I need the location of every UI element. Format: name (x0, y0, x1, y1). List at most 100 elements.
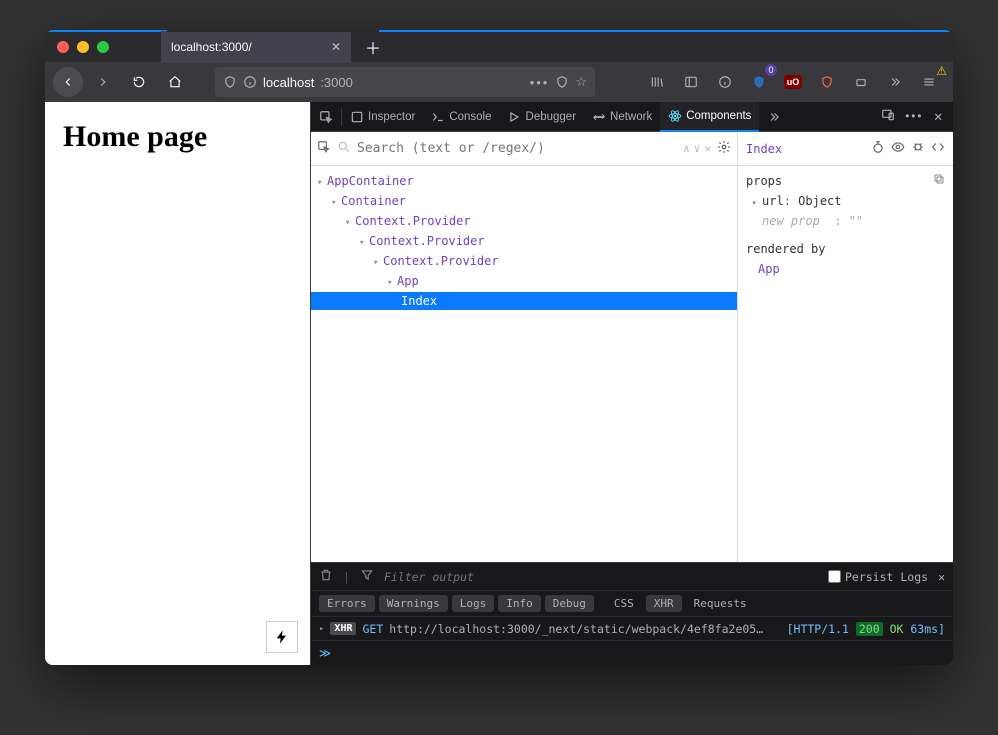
console-icon (431, 110, 445, 124)
devtools-tabs: Inspector Console Debugger Network Compo… (311, 102, 953, 132)
tree-node-appcontainer[interactable]: ▾AppContainer (311, 172, 737, 192)
eye-icon (891, 140, 905, 154)
close-devtools-button[interactable]: ✕ (929, 110, 947, 124)
tab-inspector[interactable]: Inspector (342, 102, 423, 132)
content-area: Home page Inspector Console (45, 102, 953, 665)
browser-window: localhost:3000/ ✕ ＋ localhost:3000 ••• ☆ (45, 30, 953, 665)
picker-icon (317, 140, 331, 154)
select-element-button[interactable] (317, 140, 331, 157)
pill-warnings[interactable]: Warnings (379, 595, 448, 612)
info-icon (243, 75, 257, 89)
extension-button[interactable] (845, 66, 877, 98)
box-icon (854, 75, 868, 89)
sidebar-button[interactable] (675, 66, 707, 98)
pill-requests[interactable]: Requests (686, 595, 755, 612)
persist-logs-checkbox[interactable] (828, 570, 841, 583)
pill-css[interactable]: CSS (606, 595, 642, 612)
search-prev-button[interactable]: ∧ (683, 142, 690, 155)
network-icon (592, 110, 606, 124)
prop-url-row[interactable]: ▸url: Object (746, 192, 945, 212)
pill-debug[interactable]: Debug (545, 595, 594, 612)
suspense-toggle-button[interactable] (871, 140, 885, 157)
expand-arrow-icon: ▸ (319, 624, 324, 634)
pill-xhr[interactable]: XHR (646, 595, 682, 612)
react-settings-button[interactable] (717, 140, 731, 157)
log-to-console-button[interactable] (911, 140, 925, 157)
search-next-button[interactable]: ∨ (694, 142, 701, 155)
props-body: props ▸url: Object new prop : "" (738, 166, 953, 284)
shield-icon (223, 75, 237, 89)
url-bar[interactable]: localhost:3000 ••• ☆ (215, 67, 595, 97)
brave-shield-button[interactable] (811, 66, 843, 98)
tab-network[interactable]: Network (584, 102, 660, 132)
back-button[interactable] (53, 67, 83, 97)
view-source-button[interactable] (931, 140, 945, 157)
tree-node-index[interactable]: Index (311, 292, 737, 310)
tab-console[interactable]: Console (423, 102, 499, 132)
extension-shield-button[interactable]: 0 (743, 66, 775, 98)
component-search-input[interactable] (357, 141, 677, 156)
pill-errors[interactable]: Errors (319, 595, 375, 612)
search-clear-button[interactable]: ✕ (704, 142, 711, 155)
navbar: localhost:3000 ••• ☆ 0 uO (45, 62, 953, 102)
clear-console-button[interactable] (319, 568, 333, 585)
overflow-button[interactable] (879, 66, 911, 98)
tab-debugger[interactable]: Debugger (500, 102, 585, 132)
prop-new-row[interactable]: new prop : "" (746, 212, 945, 230)
arrow-left-icon (61, 75, 75, 89)
devices-icon (881, 108, 895, 122)
tree-node-app[interactable]: ▾App (311, 272, 737, 292)
bookmark-icon[interactable]: ☆ (575, 74, 587, 90)
close-tab-icon[interactable]: ✕ (331, 40, 341, 54)
library-button[interactable] (641, 66, 673, 98)
arrow-right-icon (96, 75, 110, 89)
home-button[interactable] (159, 66, 191, 98)
tree-node-container[interactable]: ▾Container (311, 192, 737, 212)
tree-node-context2[interactable]: ▾Context.Provider (311, 232, 737, 252)
minimize-window-button[interactable] (77, 41, 89, 53)
console-filter-input[interactable] (384, 570, 818, 584)
menu-icon (922, 75, 936, 89)
console-prompt[interactable]: ≫ (311, 641, 953, 665)
tree-node-context3[interactable]: ▾Context.Provider (311, 252, 737, 272)
rendered-by-link[interactable]: App (746, 260, 945, 278)
extension-badge: 0 (765, 64, 777, 76)
component-tree-pane: ∧ ∨ ✕ ▾AppContainer ▾Container ▾Context.… (311, 132, 738, 562)
pill-logs[interactable]: Logs (452, 595, 495, 612)
devtools-menu-button[interactable]: ••• (901, 111, 927, 123)
component-tree[interactable]: ▾AppContainer ▾Container ▾Context.Provid… (311, 166, 737, 562)
tree-node-context1[interactable]: ▾Context.Provider (311, 212, 737, 232)
close-window-button[interactable] (57, 41, 69, 53)
ublock-button[interactable]: uO (777, 66, 809, 98)
props-section-title: props (746, 172, 945, 190)
warning-badge-icon: ⚠ (936, 64, 947, 78)
menu-button[interactable]: ⚠ (913, 66, 945, 98)
responsive-mode-button[interactable] (877, 108, 899, 125)
reload-button[interactable] (123, 66, 155, 98)
close-console-button[interactable]: ✕ (938, 570, 945, 584)
copy-props-button[interactable] (933, 172, 945, 190)
info-ext-button[interactable] (709, 66, 741, 98)
inspect-dom-button[interactable] (891, 140, 905, 157)
pill-info[interactable]: Info (498, 595, 541, 612)
page-actions-icon[interactable]: ••• (530, 75, 550, 90)
browser-tab[interactable]: localhost:3000/ ✕ (161, 31, 351, 63)
tabs-overflow-button[interactable] (759, 102, 789, 132)
persist-logs-toggle[interactable]: Persist Logs (828, 570, 928, 584)
chevrons-right-icon (767, 110, 781, 124)
reader-icon[interactable] (555, 75, 569, 89)
stopwatch-icon (871, 140, 885, 154)
maximize-window-button[interactable] (97, 41, 109, 53)
funnel-icon (360, 568, 374, 582)
new-tab-button[interactable]: ＋ (359, 33, 387, 61)
library-icon (650, 75, 664, 89)
code-icon (931, 140, 945, 154)
console-log-row[interactable]: ▸ XHR GET http://localhost:3000/_next/st… (311, 617, 953, 641)
lightning-icon (274, 629, 290, 645)
forward-button[interactable] (87, 66, 119, 98)
bug-icon (911, 140, 925, 154)
tab-debugger-label: Debugger (526, 111, 577, 123)
tab-components[interactable]: Components (660, 102, 759, 132)
pick-element-button[interactable] (311, 102, 341, 132)
fast-refresh-indicator[interactable] (266, 621, 298, 653)
